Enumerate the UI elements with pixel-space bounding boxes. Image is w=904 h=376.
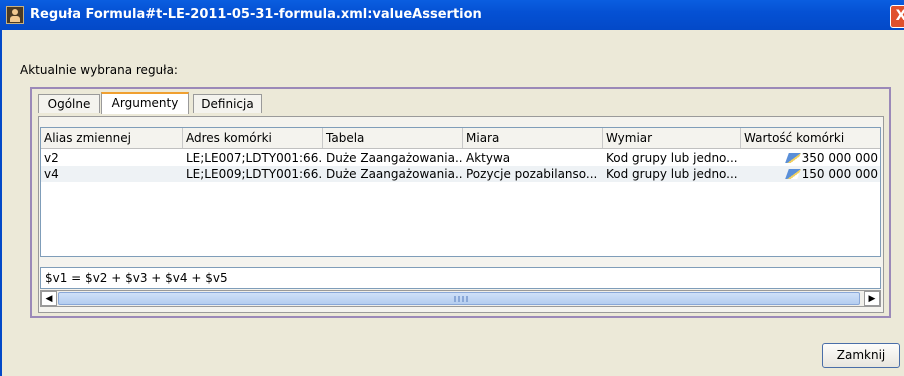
cell-dimension: Kod grupy lub jedno... [606,151,738,165]
cell-value: 150 000 000 [741,166,880,182]
cell-measure: Pozycje pozabilanso... [466,167,598,181]
tab-argumenty[interactable]: Argumenty [101,92,189,114]
current-rule-label: Aktualnie wybrana reguła: [20,63,178,77]
window-title: Reguła Formula#t-LE-2011-05-31-formula.x… [30,7,482,22]
table-row[interactable]: v4 LE;LE009;LDTY001:66... Duże Zaangażow… [41,166,880,182]
grip-icon [454,296,468,302]
formula-field[interactable]: $v1 = $v2 + $v3 + $v4 + $v5 [40,267,881,289]
cell-measure: Aktywa [466,151,511,165]
scrollbar-thumb[interactable] [58,292,860,305]
cell-alias: v4 [44,167,59,181]
horizontal-scrollbar[interactable]: ◀ ▶ [40,290,881,307]
tab-definicja[interactable]: Definicja [193,94,262,113]
cell-alias: v2 [44,151,59,165]
scroll-right-arrow-icon[interactable]: ▶ [864,291,880,306]
edit-pencil-icon[interactable] [784,169,801,179]
title-bar[interactable]: Reguła Formula#t-LE-2011-05-31-formula.x… [0,0,904,30]
cell-table: Duże Zaangażowania... [326,167,463,181]
arguments-table: Alias zmiennej Adres komórki Tabela Miar… [40,127,881,257]
tab-ogolne[interactable]: Ogólne [38,94,100,113]
column-header-value[interactable]: Wartość komórki [741,128,880,148]
cell-table: Duże Zaangażowania... [326,151,463,165]
cell-address: LE;LE009;LDTY001:66... [186,167,323,181]
cell-value-text: 350 000 000 [801,151,878,165]
scroll-left-arrow-icon[interactable]: ◀ [41,291,57,306]
table-header: Alias zmiennej Adres komórki Tabela Miar… [41,128,880,149]
cell-address: LE;LE007;LDTY001:66... [186,151,323,165]
cell-value-text: 150 000 000 [801,167,878,181]
app-icon [6,6,24,24]
column-header-dimension[interactable]: Wymiar [603,128,741,148]
column-header-table[interactable]: Tabela [323,128,463,148]
column-header-alias[interactable]: Alias zmiennej [41,128,183,148]
cell-dimension: Kod grupy lub jedno... [606,167,738,181]
column-header-measure[interactable]: Miara [463,128,603,148]
edit-pencil-icon[interactable] [784,153,801,163]
column-header-address[interactable]: Adres komórki [183,128,323,148]
close-window-button[interactable]: X [890,5,904,28]
cell-value: 350 000 000 [741,150,880,166]
close-button[interactable]: Zamknij [822,343,900,368]
table-row[interactable]: v2 LE;LE007;LDTY001:66... Duże Zaangażow… [41,150,880,166]
